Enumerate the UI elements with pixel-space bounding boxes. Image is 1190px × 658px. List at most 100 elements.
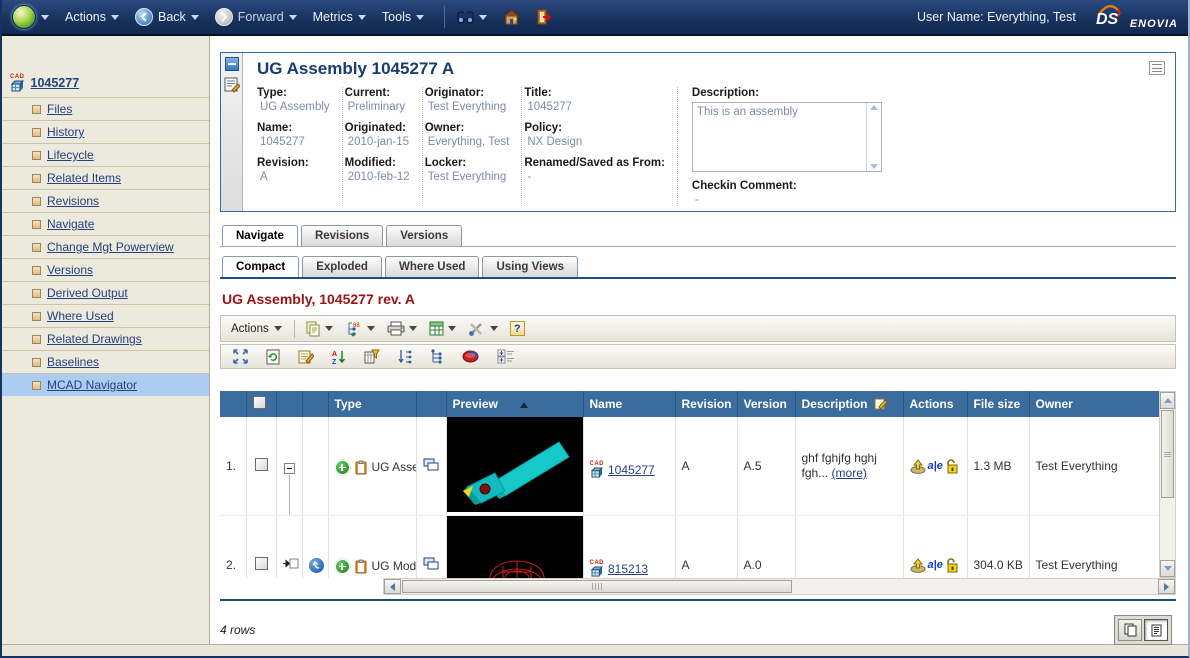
collapse-panel-button[interactable]	[225, 57, 239, 71]
copy-view-button[interactable]	[1118, 619, 1142, 641]
horizontal-scrollbar[interactable]	[383, 578, 1176, 595]
tab-compact[interactable]: Compact	[222, 256, 299, 277]
expand-level-button[interactable]	[396, 348, 414, 366]
sidebar-item-files[interactable]: Files	[2, 97, 209, 120]
tab-exploded[interactable]: Exploded	[302, 256, 382, 277]
clipboard-icon[interactable]	[355, 559, 367, 574]
object-link[interactable]: 815213	[608, 562, 648, 576]
textarea-scrollbar[interactable]	[866, 103, 881, 171]
clipboard-icon[interactable]	[355, 460, 367, 475]
description-textarea[interactable]: This is an assembly	[692, 102, 882, 172]
col-type[interactable]: Type	[328, 391, 416, 417]
tab-where-used[interactable]: Where Used	[385, 256, 479, 277]
copy-button[interactable]	[303, 320, 335, 338]
col-owner[interactable]: Owner	[1029, 391, 1159, 417]
more-link[interactable]: (more)	[832, 466, 867, 480]
forward-button[interactable]: Forward	[215, 8, 297, 26]
sidebar-item-root[interactable]: CAD 1045277	[2, 70, 209, 97]
tab-using-views[interactable]: Using Views	[482, 256, 578, 277]
export-button[interactable]	[427, 320, 458, 337]
preview-cell[interactable]	[446, 417, 583, 516]
filter-button[interactable]	[362, 348, 382, 365]
refresh-button[interactable]	[264, 348, 282, 366]
sidebar-item-related-items[interactable]: Related Items	[2, 166, 209, 189]
sidebar-item-navigate[interactable]: Navigate	[2, 212, 209, 235]
col-version[interactable]: Version	[737, 391, 795, 417]
metrics-menu[interactable]: Metrics	[313, 10, 366, 24]
checkin-icon[interactable]	[910, 558, 926, 573]
scroll-track[interactable]	[1160, 499, 1175, 560]
edit-button[interactable]	[296, 348, 316, 365]
object-link[interactable]: 1045277	[608, 463, 655, 477]
sidebar-item-baselines[interactable]: Baselines	[2, 350, 209, 373]
col-actions[interactable]: Actions	[903, 391, 967, 417]
actions-menu[interactable]: Actions	[65, 10, 119, 24]
print-button[interactable]	[385, 320, 419, 337]
properties-icon[interactable]	[224, 77, 240, 93]
sidebar-item-history[interactable]: History	[2, 120, 209, 143]
sidebar-item-mcad-navigator[interactable]: MCAD Navigator	[2, 373, 209, 396]
bullet-icon	[32, 358, 41, 367]
tab-versions[interactable]: Versions	[386, 225, 462, 246]
scroll-right-button[interactable]	[1158, 579, 1175, 594]
col-revision[interactable]: Revision	[675, 391, 737, 417]
sidebar-item-lifecycle[interactable]: Lifecycle	[2, 143, 209, 166]
horizontal-scroll-thumb[interactable]	[402, 580, 792, 593]
sidebar-item-where-used[interactable]: Where Used	[2, 304, 209, 327]
app-menu-button[interactable]	[12, 5, 49, 29]
sidebar-item-derived-output[interactable]: Derived Output	[2, 281, 209, 304]
chevron-down-icon	[479, 15, 487, 20]
checkin-icon[interactable]	[910, 459, 926, 474]
select-all-checkbox[interactable]	[253, 396, 266, 409]
tools-menu[interactable]: Tools	[382, 10, 424, 24]
scroll-up-button[interactable]	[1160, 392, 1175, 409]
row-checkbox[interactable]	[255, 458, 268, 471]
col-name[interactable]: Name	[583, 391, 675, 417]
preview-cell[interactable]	[446, 516, 583, 579]
sidebar-item-versions[interactable]: Versions	[2, 258, 209, 281]
logout-button[interactable]	[536, 9, 552, 25]
go-to-parent-icon[interactable]	[309, 558, 324, 573]
col-preview[interactable]: Preview	[446, 391, 583, 417]
open-window-icon[interactable]	[423, 458, 439, 471]
add-structure-button[interactable]: 88	[343, 320, 377, 338]
field-label: Originated:	[345, 122, 410, 134]
tools-button[interactable]	[466, 320, 500, 338]
rename-icon[interactable]: a|e	[928, 559, 943, 571]
unlock-icon[interactable]	[945, 558, 958, 573]
add-child-icon[interactable]	[335, 460, 350, 475]
vertical-scrollbar[interactable]	[1159, 391, 1176, 578]
sidebar-item-revisions[interactable]: Revisions	[2, 189, 209, 212]
tab-revisions[interactable]: Revisions	[301, 225, 383, 246]
unlock-icon[interactable]	[945, 459, 958, 474]
enovia-logo: DS ENOVIA	[1094, 4, 1178, 30]
sort-button[interactable]: A Z	[330, 348, 348, 366]
panel-menu-icon[interactable]	[1149, 61, 1165, 75]
back-button[interactable]: Back	[135, 8, 199, 26]
expand-view-button[interactable]	[231, 348, 250, 365]
col-description[interactable]: Description	[795, 391, 903, 417]
chart-button[interactable]	[460, 349, 481, 364]
expand-all-button[interactable]	[495, 348, 517, 365]
home-button[interactable]	[503, 9, 520, 25]
add-child-icon[interactable]	[335, 559, 350, 574]
scroll-down-button[interactable]	[1160, 560, 1175, 577]
scroll-left-button[interactable]	[384, 579, 401, 594]
col-file-size[interactable]: File size	[967, 391, 1029, 417]
child-node-icon[interactable]	[283, 558, 299, 569]
collapse-node-icon[interactable]	[284, 463, 295, 474]
hierarchy-button[interactable]	[428, 348, 446, 366]
actions-dropdown[interactable]: Actions	[227, 321, 286, 337]
sidebar-item-change-mgt-powerview[interactable]: Change Mgt Powerview	[2, 235, 209, 258]
rename-icon[interactable]: a|e	[928, 460, 943, 472]
tree-toggle-cell	[276, 516, 302, 579]
search-button[interactable]	[457, 10, 487, 24]
list-view-button[interactable]	[1144, 619, 1168, 641]
vertical-scroll-thumb[interactable]	[1161, 410, 1174, 498]
row-checkbox[interactable]	[255, 557, 268, 570]
open-window-icon[interactable]	[423, 557, 439, 570]
scroll-track[interactable]	[793, 579, 1158, 594]
sidebar-item-related-drawings[interactable]: Related Drawings	[2, 327, 209, 350]
tab-navigate[interactable]: Navigate	[222, 225, 298, 246]
help-button[interactable]: ?	[508, 320, 527, 337]
